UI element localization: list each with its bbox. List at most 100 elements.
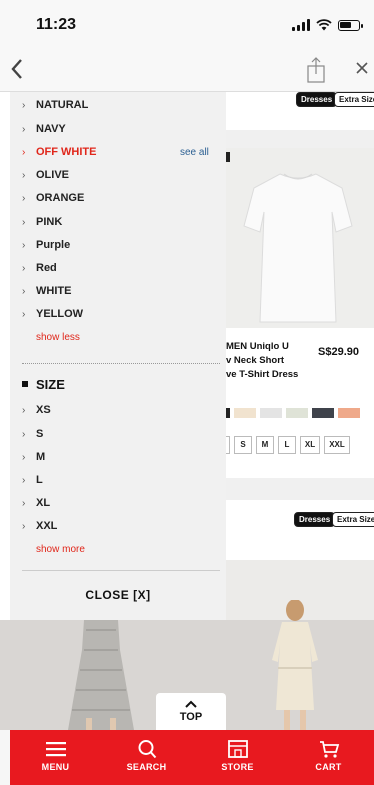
top-label: TOP	[179, 711, 203, 723]
back-button[interactable]	[10, 58, 24, 84]
close-browser-button[interactable]	[355, 58, 369, 81]
filter-item-label: OLIVE	[36, 169, 70, 181]
filter-color-natural[interactable]: › NATURAL	[22, 99, 88, 111]
size-box[interactable]: L	[278, 436, 296, 454]
filter-color-pink[interactable]: › PINK	[22, 216, 62, 228]
filter-item-label: Purple	[36, 239, 71, 251]
tab-label: MENU	[41, 762, 70, 772]
filter-item-label: Red	[36, 262, 57, 274]
chevron-right-icon: ›	[22, 170, 26, 181]
filter-size-xxl[interactable]: › XXL	[22, 520, 57, 532]
chevron-right-icon: ›	[22, 100, 26, 111]
size-section-header: SIZE	[22, 377, 65, 392]
swatch[interactable]	[260, 408, 282, 418]
size-box-partial	[226, 436, 230, 454]
size-box[interactable]: XL	[300, 436, 320, 454]
chevron-right-icon: ›	[22, 405, 26, 416]
filter-size-xs[interactable]: › XS	[22, 404, 51, 416]
filter-color-white[interactable]: › WHITE	[22, 285, 71, 297]
chevron-right-icon: ›	[22, 217, 26, 228]
size-box[interactable]: S	[234, 436, 252, 454]
swatch[interactable]	[286, 408, 308, 418]
tag-extra-size[interactable]: Extra Size	[332, 512, 374, 527]
filter-color-yellow[interactable]: › YELLOW	[22, 308, 83, 320]
filter-item-label: PINK	[36, 216, 63, 228]
back-to-top-button[interactable]: TOP	[156, 693, 226, 731]
chevron-right-icon: ›	[22, 124, 26, 135]
chevron-right-icon: ›	[22, 286, 26, 297]
filter-color-purple[interactable]: › Purple	[22, 239, 70, 251]
size-box[interactable]: M	[256, 436, 274, 454]
color-swatches	[226, 408, 360, 418]
tab-label: SEARCH	[126, 762, 167, 772]
tag-dresses[interactable]: Dresses	[294, 512, 336, 527]
store-icon	[227, 740, 248, 758]
filter-size-m[interactable]: › M	[22, 451, 45, 463]
product-photo-tshirt-dress	[243, 173, 353, 323]
filter-color-orange[interactable]: › ORANGE	[22, 192, 84, 204]
filter-item-label: XS	[36, 404, 51, 416]
filter-item-label: WHITE	[36, 285, 72, 297]
close-filter-button[interactable]: CLOSE [X]	[10, 588, 226, 602]
signal-icon	[292, 19, 310, 31]
filter-item-label: NAVY	[36, 123, 66, 135]
show-more-link[interactable]: show more	[36, 544, 85, 555]
swatch[interactable]	[338, 408, 360, 418]
browser-nav-bar	[0, 52, 374, 92]
product-price: S$29.90	[318, 346, 359, 358]
show-less-link[interactable]: show less	[36, 332, 80, 343]
see-all-link[interactable]: see all	[180, 147, 209, 158]
size-header-label: SIZE	[36, 377, 65, 392]
status-time: 11:23	[36, 16, 77, 33]
filter-color-off-white[interactable]: › OFF WHITE	[22, 146, 97, 158]
filter-item-label: NATURAL	[36, 99, 89, 111]
filter-panel: › NATURAL › NAVY › OFF WHITE see all › OLIVE…	[10, 92, 226, 620]
filter-item-label: M	[36, 451, 46, 463]
chevron-right-icon: ›	[22, 147, 26, 158]
chevron-right-icon: ›	[22, 263, 26, 274]
filter-item-label: XL	[36, 497, 51, 509]
chevron-left-icon	[11, 59, 22, 79]
filter-color-navy[interactable]: › NAVY	[22, 123, 66, 135]
menu-icon	[45, 742, 66, 757]
filter-item-label: L	[36, 474, 43, 486]
image-edge-mark	[226, 152, 230, 162]
swatch[interactable]	[234, 408, 256, 418]
wifi-icon	[316, 19, 332, 31]
tab-store[interactable]: STORE	[192, 730, 283, 785]
tab-cart[interactable]: CART	[283, 730, 374, 785]
divider	[22, 570, 220, 571]
product-name[interactable]: MEN Uniqlo U v Neck Short ve T-Shirt Dre…	[226, 340, 326, 382]
size-box[interactable]: XXL	[324, 436, 350, 454]
chevron-right-icon: ›	[22, 193, 26, 204]
tab-label: STORE	[221, 762, 254, 772]
swatch[interactable]	[226, 408, 230, 418]
filter-color-red[interactable]: › Red	[22, 262, 57, 274]
chevron-right-icon: ›	[22, 309, 26, 320]
chevron-right-icon: ›	[22, 475, 26, 486]
filter-color-olive[interactable]: › OLIVE	[22, 169, 69, 181]
tab-label: CART	[315, 762, 342, 772]
page: 11:23 Dresses Extra Size MEN Uniqlo U v …	[0, 0, 374, 785]
chevron-right-icon: ›	[22, 452, 26, 463]
swatch[interactable]	[312, 408, 334, 418]
chevron-right-icon: ›	[22, 429, 26, 440]
filter-item-label: OFF WHITE	[36, 146, 97, 158]
filter-size-l[interactable]: › L	[22, 474, 43, 486]
filter-size-s[interactable]: › S	[22, 428, 43, 440]
square-bullet-icon	[22, 380, 28, 387]
chevron-right-icon: ›	[22, 240, 26, 251]
status-icons	[292, 19, 363, 31]
filter-size-xl[interactable]: › XL	[22, 497, 50, 509]
filter-item-label: YELLOW	[36, 308, 84, 320]
tab-search[interactable]: SEARCH	[101, 730, 192, 785]
tag-dresses[interactable]: Dresses	[296, 92, 338, 107]
cart-icon	[319, 741, 339, 758]
share-icon	[307, 57, 325, 83]
tag-extra-size[interactable]: Extra Size	[334, 92, 374, 107]
bottom-tab-bar: MENU SEARCH STORE CART	[10, 730, 374, 785]
share-button[interactable]	[306, 56, 326, 84]
tab-menu[interactable]: MENU	[10, 730, 101, 785]
product-photo-striped-dress	[68, 620, 134, 730]
search-icon	[138, 740, 156, 759]
